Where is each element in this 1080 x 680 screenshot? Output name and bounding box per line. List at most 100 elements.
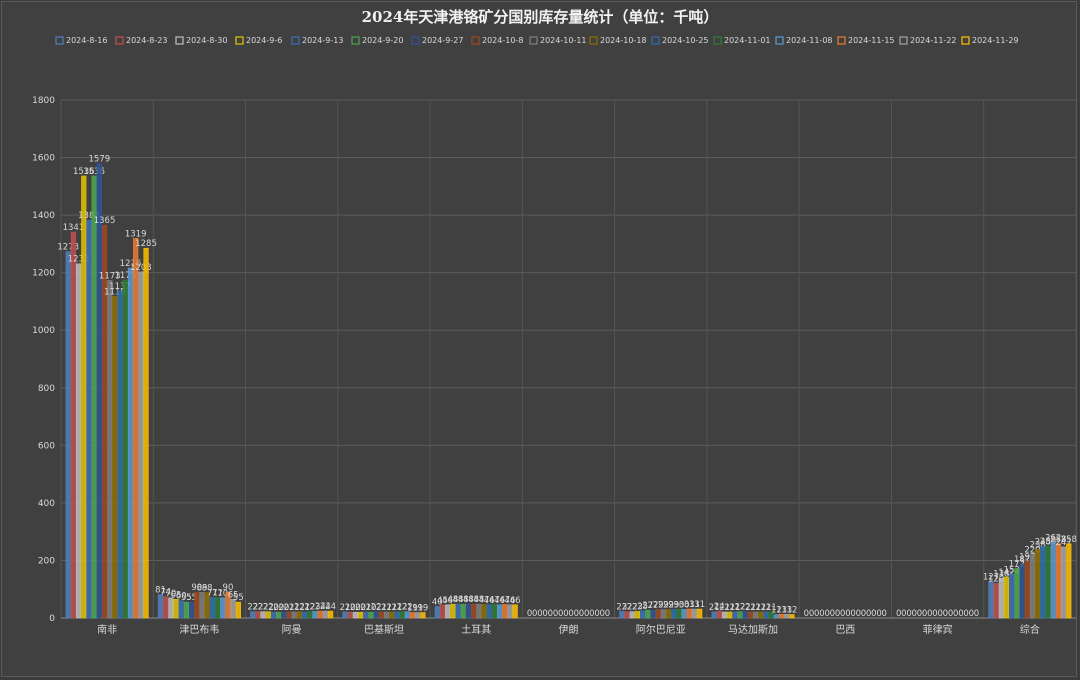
legend-label: 2024-9-13 — [302, 36, 343, 45]
legend-swatch — [713, 36, 722, 45]
legend-label: 2024-11-29 — [972, 36, 1019, 45]
data-label: 1319 — [125, 229, 147, 239]
data-label: 1579 — [89, 155, 111, 165]
bar-2024-10-8-综合 — [1024, 561, 1030, 619]
bar-2024-9-27-津巴布韦 — [189, 601, 195, 619]
bar-2024-10-11-阿尔巴尼亚 — [660, 609, 666, 619]
bar-chart: 0200400600800100012001400160018001273812… — [32, 36, 1077, 636]
bar-2024-10-25-津巴布韦 — [209, 597, 215, 619]
bar-2024-11-29-综合 — [1066, 543, 1072, 619]
bar-2024-11-08-综合 — [1050, 542, 1056, 619]
bar-2024-8-23-南非 — [70, 231, 76, 619]
y-tick-label: 1600 — [32, 154, 55, 164]
legend-label: 2024-8-16 — [66, 36, 107, 45]
bar-2024-11-08-南非 — [127, 267, 134, 619]
bar-2024-9-20-南非 — [91, 175, 97, 619]
legend-swatch — [961, 36, 970, 45]
bar-2024-10-25-阿尔巴尼亚 — [671, 609, 677, 619]
x-tick-label: 伊朗 — [559, 624, 579, 636]
legend-label: 2024-8-23 — [126, 36, 167, 45]
bar-2024-11-22-阿曼 — [322, 610, 329, 619]
bar-2024-11-29-阿尔巴尼亚 — [697, 608, 703, 619]
bar-2024-10-8-津巴布韦 — [194, 591, 200, 619]
legend-label: 2024-10-8 — [482, 36, 523, 45]
bar-2024-10-18-综合 — [1035, 549, 1041, 619]
bar-2024-11-01-南非 — [122, 279, 128, 619]
legend-label: 2024-10-25 — [662, 36, 709, 45]
legend-label: 2024-10-11 — [540, 36, 587, 45]
bar-2024-10-11-土耳其 — [476, 603, 482, 619]
bar-2024-9-27-南非 — [96, 163, 102, 619]
bar-2024-11-22-综合 — [1061, 546, 1067, 619]
bar-2024-10-11-南非 — [107, 280, 113, 619]
y-tick-label: 400 — [38, 499, 55, 509]
legend-label: 2024-10-18 — [600, 36, 647, 45]
legend-swatch — [775, 36, 784, 45]
bar-2024-10-8-土耳其 — [471, 603, 477, 619]
bar-2024-11-01-土耳其 — [491, 604, 497, 619]
legend-label: 2024-11-01 — [724, 36, 771, 45]
bar-2024-9-6-综合 — [1003, 576, 1010, 619]
bar-2024-8-16-南非 — [65, 251, 71, 619]
x-tick-label: 阿尔巴尼亚 — [636, 623, 686, 636]
bar-2024-9-20-阿尔巴尼亚 — [645, 609, 651, 619]
legend-swatch — [899, 36, 908, 45]
bar-2024-11-15-土耳其 — [502, 604, 508, 619]
legend-swatch — [351, 36, 360, 45]
legend-swatch — [235, 36, 244, 45]
bar-2024-8-30-综合 — [998, 577, 1004, 619]
bar-2024-11-29-土耳其 — [512, 604, 518, 619]
y-tick-label: 0 — [49, 614, 55, 624]
data-label: 19 — [417, 604, 428, 614]
y-tick-label: 1400 — [32, 211, 55, 221]
x-tick-label: 巴西 — [835, 624, 855, 636]
bar-2024-9-13-南非 — [86, 219, 92, 619]
bar-2024-11-29-阿曼 — [328, 610, 334, 619]
x-tick-label: 阿曼 — [282, 624, 302, 636]
bar-2024-9-27-阿尔巴尼亚 — [650, 609, 656, 619]
data-label: 0 — [974, 609, 979, 619]
legend-swatch — [471, 36, 480, 45]
bar-2024-9-6-土耳其 — [450, 603, 456, 619]
bar-2024-9-13-阿尔巴尼亚 — [640, 610, 646, 619]
x-tick-label: 土耳其 — [461, 623, 491, 636]
data-label: 55 — [233, 593, 244, 603]
bar-2024-10-18-南非 — [112, 295, 118, 619]
bar-2024-8-23-综合 — [993, 583, 999, 619]
bar-2024-11-22-阿尔巴尼亚 — [691, 608, 698, 619]
legend-label: 2024-11-15 — [848, 36, 895, 45]
bar-2024-10-11-综合 — [1029, 554, 1036, 619]
x-tick-label: 综合 — [1020, 623, 1040, 636]
y-tick-label: 1800 — [32, 96, 55, 106]
bar-2024-9-6-津巴布韦 — [173, 598, 179, 619]
bar-2024-11-08-津巴布韦 — [220, 597, 226, 619]
legend-swatch — [411, 36, 420, 45]
bar-2024-11-08-土耳其 — [496, 604, 503, 619]
bar-2024-9-20-津巴布韦 — [183, 601, 190, 619]
data-label: 1365 — [94, 216, 116, 226]
legend-swatch — [55, 36, 64, 45]
y-tick-label: 600 — [38, 441, 55, 451]
bar-2024-8-30-津巴布韦 — [168, 597, 174, 619]
y-tick-label: 1000 — [32, 326, 55, 336]
legend-label: 2024-9-27 — [422, 36, 463, 45]
legend-swatch — [115, 36, 124, 45]
data-label: 258 — [1061, 535, 1077, 545]
y-tick-label: 200 — [38, 556, 55, 566]
data-label: 12 — [787, 606, 798, 616]
legend-label: 2024-11-22 — [910, 36, 957, 45]
data-label: 1285 — [135, 239, 157, 249]
x-tick-label: 巴基斯坦 — [364, 623, 404, 636]
bar-2024-11-15-南非 — [133, 238, 139, 619]
legend-label: 2024-9-20 — [362, 36, 403, 45]
legend-swatch — [529, 36, 538, 45]
bar-2024-10-18-阿尔巴尼亚 — [665, 609, 672, 619]
x-tick-label: 南非 — [97, 623, 117, 636]
bar-2024-11-15-阿尔巴尼亚 — [686, 608, 692, 619]
y-tick-label: 800 — [38, 384, 55, 394]
legend-swatch — [589, 36, 598, 45]
data-label: 0 — [605, 609, 610, 619]
bar-2024-8-16-津巴布韦 — [157, 594, 164, 619]
bar-2024-8-30-土耳其 — [445, 604, 451, 619]
bar-2024-11-29-津巴布韦 — [235, 601, 241, 619]
